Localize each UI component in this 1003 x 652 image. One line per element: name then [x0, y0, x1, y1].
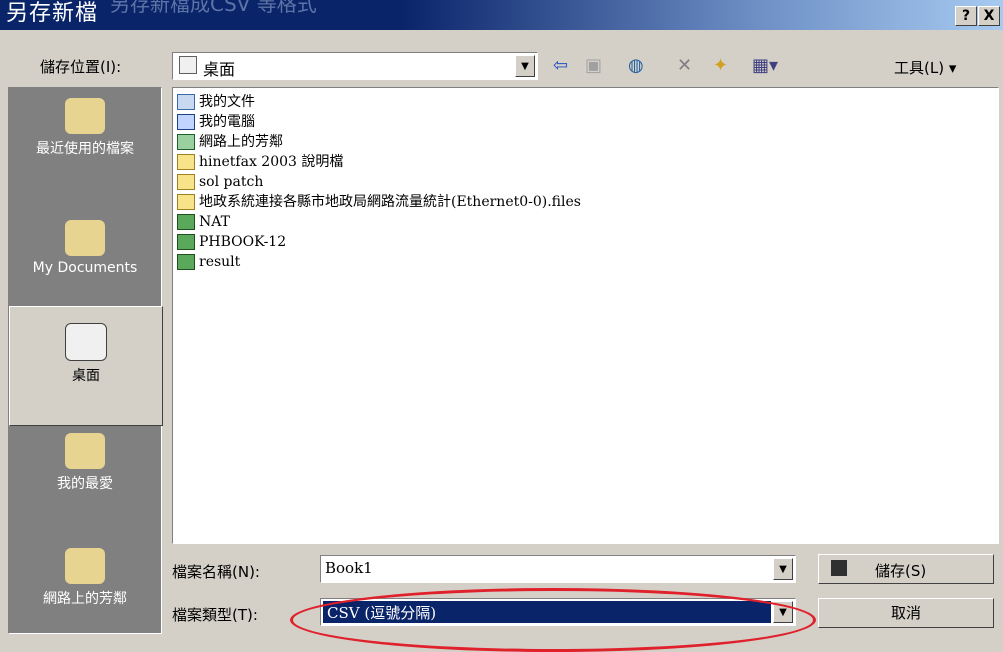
cancel-button[interactable]: 取消	[818, 598, 994, 628]
place-label: 桌面	[72, 368, 100, 384]
list-item[interactable]: hinetfax 2003 說明檔	[177, 152, 343, 172]
new-folder-icon[interactable]: ✦	[713, 55, 728, 77]
list-item[interactable]: sol patch	[177, 172, 263, 192]
close-button[interactable]: X	[978, 6, 1000, 26]
views-icon[interactable]: ▦▾	[752, 55, 778, 77]
file-name: result	[199, 254, 241, 270]
filetype-label: 檔案類型(T):	[172, 606, 258, 624]
desktop-icon	[179, 56, 197, 74]
my-documents-icon	[177, 94, 195, 110]
tools-menu[interactable]: 工具(L) ▾	[894, 57, 956, 78]
folder-icon	[177, 174, 195, 190]
excel-file-icon	[177, 254, 195, 270]
highlight-oval	[290, 588, 816, 652]
file-name: 我的文件	[199, 94, 255, 110]
window-title: 另存新檔	[6, 1, 99, 26]
save-button-label: 儲存(S)	[875, 562, 927, 580]
search-web-icon[interactable]: ◍	[628, 55, 644, 77]
floppy-icon	[831, 560, 847, 576]
folder-icon	[177, 194, 195, 210]
up-folder-icon[interactable]: ▣	[585, 55, 602, 77]
delete-icon[interactable]: ✕	[677, 55, 692, 77]
chevron-down-icon[interactable]: ▼	[773, 558, 793, 580]
filename-input[interactable]: Book1 ▼	[320, 555, 796, 583]
desktop-icon	[65, 323, 107, 361]
list-item[interactable]: 網路上的芳鄰	[177, 132, 283, 152]
save-in-dropdown[interactable]: 桌面 ▼	[172, 52, 538, 80]
place-favorites[interactable]: 我的最愛	[9, 433, 161, 493]
network-places-icon	[177, 134, 195, 150]
history-icon	[65, 98, 105, 134]
place-label: 網路上的芳鄰	[43, 591, 127, 607]
title-bar: 另存新檔成CSV 等格式 另存新檔 ? X	[0, 0, 1003, 30]
save-button[interactable]: 儲存(S)	[818, 554, 994, 584]
list-item[interactable]: result	[177, 252, 240, 272]
file-name: 地政系統連接各縣市地政局網路流量統計(Ethernet0-0).files	[199, 194, 581, 210]
excel-file-icon	[177, 214, 195, 230]
file-name: PHBOOK-12	[199, 234, 287, 250]
place-my-documents[interactable]: My Documents	[9, 220, 161, 276]
file-name: 我的電腦	[199, 114, 255, 130]
chevron-down-icon[interactable]: ▼	[515, 55, 535, 77]
list-item[interactable]: 地政系統連接各縣市地政局網路流量統計(Ethernet0-0).files	[177, 192, 581, 212]
place-network[interactable]: 網路上的芳鄰	[9, 548, 161, 608]
list-item[interactable]: PHBOOK-12	[177, 232, 286, 252]
filename-label: 檔案名稱(N):	[172, 563, 260, 581]
folder-icon	[177, 154, 195, 170]
excel-file-icon	[177, 234, 195, 250]
save-in-label: 儲存位置(I):	[40, 58, 122, 76]
places-bar: 最近使用的檔案 My Documents 桌面 我的最愛 網路上的芳鄰	[8, 87, 163, 634]
file-name: sol patch	[199, 174, 264, 190]
back-icon[interactable]: ⇦	[553, 55, 568, 77]
place-recent[interactable]: 最近使用的檔案	[9, 98, 161, 158]
save-in-value: 桌面	[203, 60, 236, 79]
favorites-icon	[65, 433, 105, 469]
file-name: hinetfax 2003 說明檔	[199, 154, 344, 170]
filename-value: Book1	[325, 559, 373, 577]
list-item[interactable]: 我的電腦	[177, 112, 255, 132]
network-places-icon	[65, 548, 105, 584]
place-label: My Documents	[32, 260, 138, 276]
list-item[interactable]: 我的文件	[177, 92, 255, 112]
list-item[interactable]: NAT	[177, 212, 230, 232]
my-documents-icon	[65, 220, 105, 256]
help-button[interactable]: ?	[955, 6, 977, 26]
file-name: NAT	[199, 214, 230, 230]
title-ghost-text: 另存新檔成CSV 等格式	[110, 0, 317, 16]
my-computer-icon	[177, 114, 195, 130]
place-desktop[interactable]: 桌面	[9, 306, 163, 426]
place-label: 我的最愛	[57, 476, 113, 492]
file-name: 網路上的芳鄰	[199, 134, 283, 150]
file-list[interactable]: 我的文件 我的電腦 網路上的芳鄰 hinetfax 2003 說明檔 sol p…	[172, 87, 999, 544]
place-label: 最近使用的檔案	[36, 141, 134, 157]
